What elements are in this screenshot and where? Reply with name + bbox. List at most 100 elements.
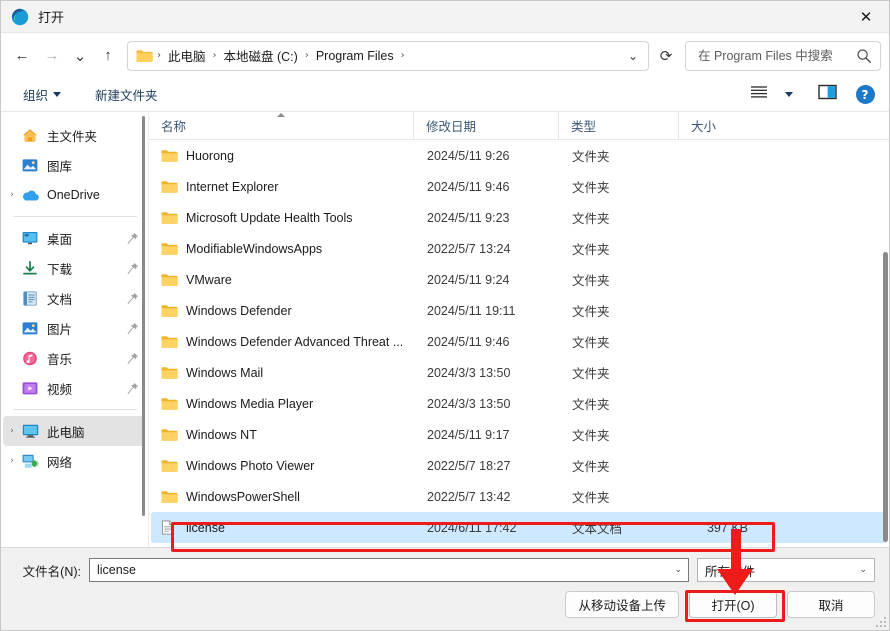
resize-grip[interactable] bbox=[874, 615, 886, 627]
pin-icon[interactable] bbox=[127, 232, 139, 245]
pin-icon[interactable] bbox=[127, 322, 139, 335]
file-name-cell: Windows Media Player bbox=[151, 396, 415, 411]
file-type-cell: 文件夹 bbox=[572, 367, 610, 381]
sidebar-scrollbar[interactable] bbox=[142, 116, 145, 516]
table-row[interactable]: Windows Media Player 2024/3/3 13:50 文件夹 bbox=[151, 388, 887, 419]
sidebar-item-桌面[interactable]: 桌面 bbox=[3, 223, 145, 253]
close-button[interactable]: ✕ bbox=[843, 1, 889, 32]
sidebar-item-图库[interactable]: 图库 bbox=[3, 150, 145, 180]
table-row[interactable]: ModifiableWindowsApps 2022/5/7 13:24 文件夹 bbox=[151, 233, 887, 264]
file-date-cell: 2024/6/11 17:42 bbox=[427, 520, 517, 535]
table-row[interactable]: Windows NT 2024/5/11 9:17 文件夹 bbox=[151, 419, 887, 450]
table-row[interactable]: Windows Defender 2024/5/11 19:11 文件夹 bbox=[151, 295, 887, 326]
recent-locations-button[interactable]: ⌄ bbox=[67, 41, 93, 71]
table-row[interactable]: Microsoft Update Health Tools 2024/5/11 9… bbox=[151, 202, 887, 233]
pin-icon[interactable] bbox=[127, 292, 139, 305]
file-date-cell: 2024/5/11 9:24 bbox=[427, 272, 510, 287]
table-row[interactable]: Windows Mail 2024/3/3 13:50 文件夹 bbox=[151, 357, 887, 388]
file-name-cell: Internet Explorer bbox=[151, 179, 415, 194]
column-header-name[interactable]: 名称 bbox=[149, 112, 413, 139]
help-button[interactable]: ? bbox=[851, 82, 879, 108]
table-row[interactable]: Huorong 2024/5/11 9:26 文件夹 bbox=[151, 140, 887, 171]
cancel-button[interactable]: 取消 bbox=[787, 591, 875, 618]
upload-from-mobile-button[interactable]: 从移动设备上传 bbox=[565, 591, 679, 618]
organize-button[interactable]: 组织 bbox=[15, 81, 69, 108]
file-name-cell: Windows NT bbox=[151, 427, 415, 442]
pin-icon[interactable] bbox=[127, 352, 139, 365]
sidebar-item-图片[interactable]: 图片 bbox=[3, 313, 145, 343]
file-type-cell: 文件夹 bbox=[572, 336, 610, 350]
pictures-icon bbox=[22, 321, 38, 336]
file-date-cell: 2024/5/11 9:46 bbox=[427, 334, 510, 349]
sidebar-item-网络[interactable]: › 网络 bbox=[3, 446, 145, 476]
scrollbar-thumb[interactable] bbox=[883, 252, 888, 542]
file-type-select[interactable]: 所有文件 ⌄ bbox=[697, 558, 875, 582]
file-name-cell: Windows Defender bbox=[151, 303, 415, 318]
footer-buttons: 从移动设备上传 打开(O) 取消 bbox=[15, 591, 875, 618]
sidebar-icon-wrap bbox=[21, 380, 39, 396]
file-type-cell: 文件夹 bbox=[572, 243, 610, 257]
open-button[interactable]: 打开(O) bbox=[689, 591, 777, 618]
table-row[interactable]: VMware 2024/5/11 9:24 文件夹 bbox=[151, 264, 887, 295]
file-name-input[interactable] bbox=[89, 558, 689, 582]
preview-pane-button[interactable] bbox=[813, 82, 841, 108]
sidebar-icon-wrap bbox=[21, 157, 39, 173]
pin-icon[interactable] bbox=[127, 382, 139, 395]
chevron-right-icon[interactable]: › bbox=[3, 190, 21, 200]
table-row[interactable]: WindowsPowerShell 2022/5/7 13:42 文件夹 bbox=[151, 481, 887, 512]
view-options-caret[interactable] bbox=[775, 82, 803, 108]
refresh-button[interactable]: ⟳ bbox=[651, 41, 681, 71]
column-header-date[interactable]: 修改日期 bbox=[413, 112, 558, 139]
column-header-type[interactable]: 类型 bbox=[558, 112, 678, 139]
chevron-right-icon[interactable]: › bbox=[3, 426, 21, 436]
breadcrumb-item-this-pc[interactable]: 此电脑 bbox=[163, 43, 211, 68]
sidebar-item-OneDrive[interactable]: › OneDrive bbox=[3, 180, 145, 210]
file-icon-wrap bbox=[161, 272, 178, 287]
table-row[interactable]: Internet Explorer 2024/5/11 9:46 文件夹 bbox=[151, 171, 887, 202]
videos-icon bbox=[22, 381, 38, 396]
file-icon-wrap bbox=[161, 365, 178, 380]
sidebar-item-音乐[interactable]: 音乐 bbox=[3, 343, 145, 373]
table-row[interactable]: Windows Defender Advanced Threat ... 2024… bbox=[151, 326, 887, 357]
file-list-scrollbar[interactable] bbox=[883, 112, 888, 547]
table-row[interactable]: license 2024/6/11 17:42 文本文档 397 KB bbox=[151, 512, 887, 543]
table-row[interactable]: Windows Photo Viewer 2022/5/7 18:27 文件夹 bbox=[151, 450, 887, 481]
folder-icon bbox=[136, 49, 153, 63]
forward-button[interactable]: → bbox=[37, 41, 67, 71]
file-name-text: VMware bbox=[186, 272, 232, 287]
sidebar-icon-wrap bbox=[21, 290, 39, 306]
sidebar-icon-wrap bbox=[21, 230, 39, 246]
search-input[interactable] bbox=[696, 47, 856, 64]
chevron-down-icon[interactable]: ⌄ bbox=[620, 43, 646, 69]
file-name-text: Windows Defender bbox=[186, 303, 292, 318]
window-title: 打开 bbox=[38, 10, 65, 25]
sidebar-item-文档[interactable]: 文档 bbox=[3, 283, 145, 313]
chevron-down-icon bbox=[53, 92, 62, 97]
search-box[interactable] bbox=[685, 40, 881, 71]
folder-icon bbox=[161, 211, 178, 225]
pin-icon[interactable] bbox=[127, 262, 139, 275]
address-bar[interactable]: › 此电脑 › 本地磁盘 (C:) › Program Files › ⌄ bbox=[127, 40, 649, 71]
dialog-footer: 文件名(N): ⌄ 所有文件 ⌄ 从移动设备上传 打开(O) 取消 bbox=[1, 547, 889, 630]
up-button[interactable]: ↑ bbox=[93, 41, 123, 71]
column-header-size[interactable]: 大小 bbox=[678, 112, 758, 139]
column-header-name-label: 名称 bbox=[161, 120, 187, 134]
file-icon-wrap bbox=[161, 396, 178, 411]
new-folder-button[interactable]: 新建文件夹 bbox=[87, 81, 166, 108]
back-button[interactable]: ← bbox=[7, 41, 37, 71]
breadcrumb-item-program-files[interactable]: Program Files bbox=[311, 46, 399, 66]
sidebar-item-主文件夹[interactable]: 主文件夹 bbox=[3, 120, 145, 150]
view-options-button[interactable] bbox=[745, 82, 773, 108]
file-name-text: Huorong bbox=[186, 148, 234, 163]
sidebar-item-此电脑[interactable]: › 此电脑 bbox=[3, 416, 145, 446]
title-bar: 打开 ✕ bbox=[1, 1, 889, 33]
file-type-cell: 文件夹 bbox=[572, 491, 610, 505]
chevron-right-icon[interactable]: › bbox=[3, 456, 21, 466]
sidebar-item-label: 网络 bbox=[47, 455, 73, 470]
sidebar-icon-wrap bbox=[21, 423, 39, 439]
sidebar-icon-wrap bbox=[21, 320, 39, 336]
file-list-pane: 名称 修改日期 类型 大小 Huorong 2024/5/11 9:26 文件夹 In… bbox=[149, 112, 889, 547]
sidebar-item-视频[interactable]: 视频 bbox=[3, 373, 145, 403]
sidebar-item-下载[interactable]: 下载 bbox=[3, 253, 145, 283]
breadcrumb-item-local-disk-c[interactable]: 本地磁盘 (C:) bbox=[219, 43, 303, 68]
